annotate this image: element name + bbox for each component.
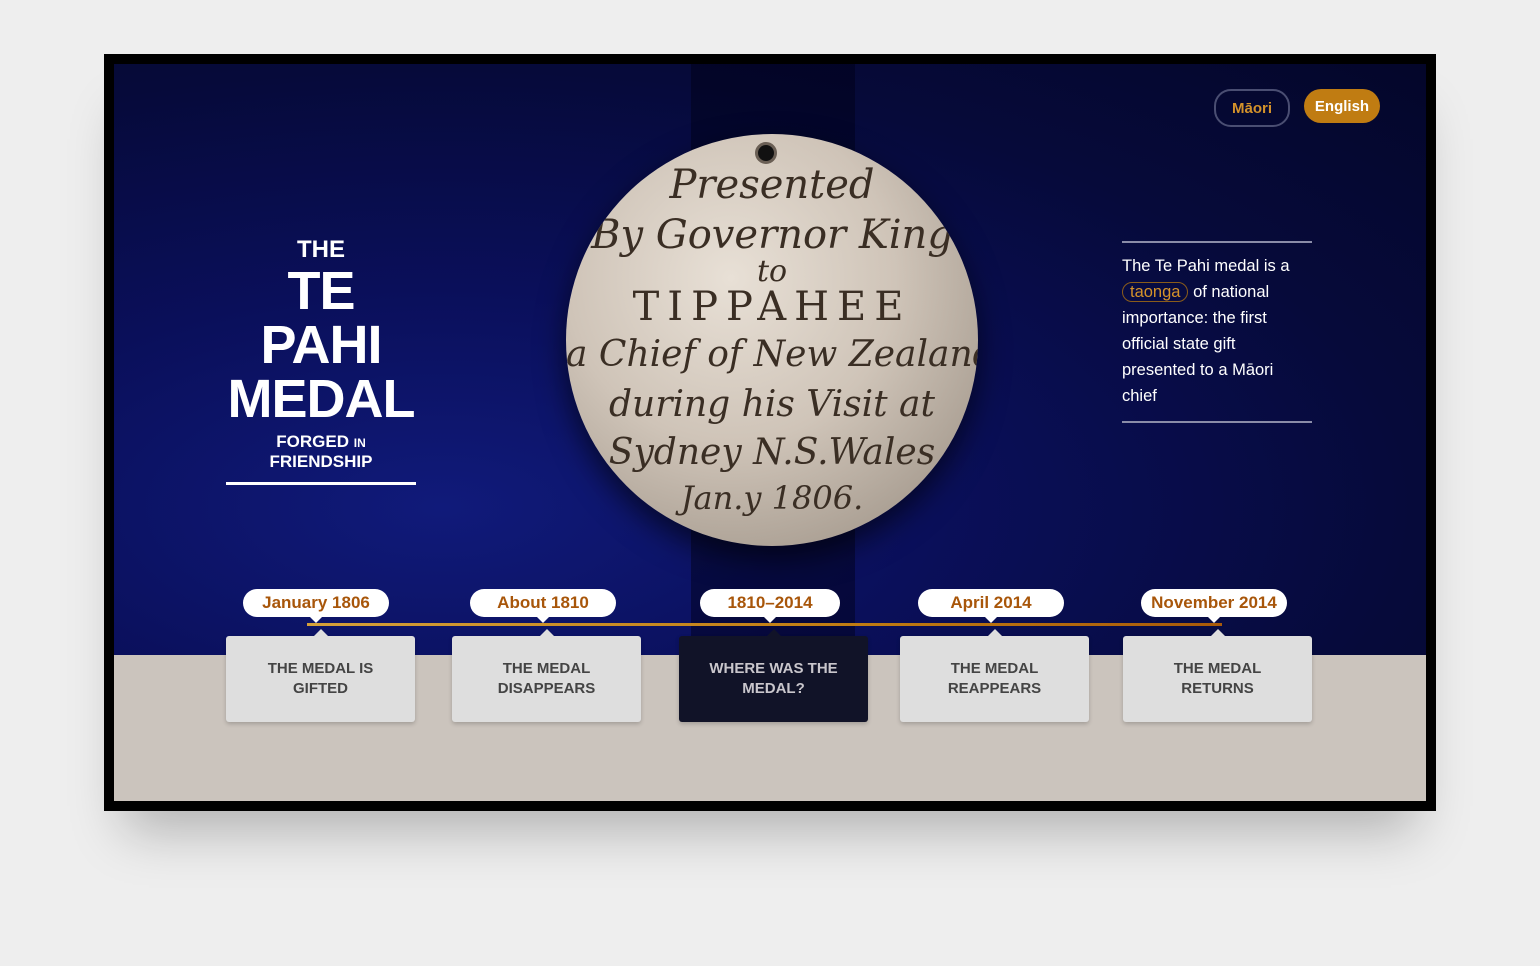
title-line2: MEDAL (227, 369, 416, 429)
medal-image: Presented By Governor King to TIPPAHEE a… (566, 134, 978, 546)
screen: Māori English THE TE PAHI MEDAL FORGED I… (114, 64, 1426, 801)
inscription-line: a Chief of New Zealand (566, 334, 978, 375)
title-subtitle: FORGED IN FRIENDSHIP (226, 432, 416, 485)
title-the: THE (297, 236, 345, 263)
maori-language-button[interactable]: Māori (1214, 89, 1290, 127)
inscription-line: Presented (669, 162, 875, 208)
timeline-date-1[interactable]: About 1810 (470, 589, 616, 623)
description: The Te Pahi medal is a taonga of nationa… (1122, 241, 1312, 423)
inscription-line: during his Visit at (609, 384, 935, 425)
timeline-date-3[interactable]: April 2014 (918, 589, 1064, 623)
inscription-line: Sydney N.S.Wales (608, 432, 936, 473)
timeline-date-4[interactable]: November 2014 (1141, 589, 1287, 623)
timeline-card-3[interactable]: THE MEDAL REAPPEARS (900, 629, 1089, 722)
timeline-card-0[interactable]: THE MEDAL IS GIFTED (226, 629, 415, 722)
description-text: The Te Pahi medal is a (1122, 257, 1290, 275)
subtitle-word: FRIENDSHIP (269, 452, 373, 471)
timeline-card-2[interactable]: WHERE WAS THE MEDAL? (679, 629, 868, 722)
page-title: THE TE PAHI MEDAL FORGED IN FRIENDSHIP (226, 236, 416, 485)
hero-section: Māori English THE TE PAHI MEDAL FORGED I… (114, 64, 1426, 655)
inscription-line: By Governor King (591, 212, 953, 258)
timeline-date-2[interactable]: 1810–2014 (700, 589, 840, 623)
timeline-line (307, 623, 1222, 626)
taonga-glossary-link[interactable]: taonga (1122, 282, 1189, 302)
timeline-card-1[interactable]: THE MEDAL DISAPPEARS (452, 629, 641, 722)
subtitle-word: IN (353, 436, 366, 450)
medal-hole (755, 142, 777, 164)
inscription-line: TIPPAHEE (632, 284, 912, 330)
device-frame: Māori English THE TE PAHI MEDAL FORGED I… (104, 54, 1436, 811)
title-line1: TE PAHI (260, 261, 382, 375)
inscription-line: Jan.y 1806. (680, 479, 864, 517)
english-language-button[interactable]: English (1304, 89, 1380, 123)
timeline-card-4[interactable]: THE MEDAL RETURNS (1123, 629, 1312, 722)
subtitle-word: FORGED (276, 432, 349, 451)
timeline-date-0[interactable]: January 1806 (243, 589, 389, 623)
